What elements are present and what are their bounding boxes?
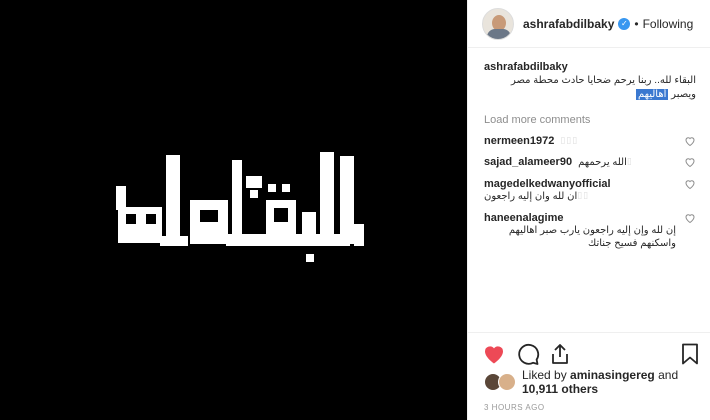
comments-section: ashrafabdilbaky البقاء لله.. ربنا يرحم ض…: [468, 48, 710, 332]
post-header: ashrafabdilbaky ✓ • Following: [468, 0, 710, 48]
likes-connector: and: [658, 368, 679, 382]
following-button[interactable]: Following: [643, 17, 694, 31]
comment-username[interactable]: nermeen1972: [484, 135, 554, 147]
heart-filled-icon[interactable]: [482, 342, 506, 366]
comment-emoji: ▯: [626, 156, 633, 166]
comment-like-icon[interactable]: [684, 135, 696, 147]
liker-avatar[interactable]: [498, 373, 516, 391]
comment-icon[interactable]: [516, 342, 540, 366]
post-image[interactable]: [0, 0, 467, 420]
author-username[interactable]: ashrafabdilbaky: [523, 17, 614, 31]
liker-username[interactable]: aminasingereg: [570, 368, 655, 382]
likes-prefix: Liked by: [522, 368, 567, 382]
comment-row: nermeen1972 ▯▯▯: [484, 135, 696, 147]
likes-summary: Liked by aminasingereg and 10,911 others: [484, 368, 678, 396]
comment-text: إن لله وإن إليه راجعون يارب صبر اهاليهم …: [508, 225, 676, 249]
comment-emoji: ▯▯: [577, 190, 590, 200]
post-caption: ashrafabdilbaky البقاء لله.. ربنا يرحم ض…: [484, 60, 696, 102]
share-icon[interactable]: [548, 342, 572, 366]
comment-username[interactable]: magedelkedwanyofficial: [484, 178, 611, 190]
bookmark-icon[interactable]: [678, 342, 702, 366]
author-avatar[interactable]: [482, 7, 514, 40]
separator-dot: •: [634, 16, 639, 31]
comment-row: magedelkedwanyofficial ان لله وان إليه ر…: [484, 178, 696, 203]
verified-badge-icon: ✓: [618, 17, 631, 30]
caption-text: البقاء لله.. ربنا يرحم ضحايا حادث محطة م…: [484, 74, 696, 102]
comment-like-icon[interactable]: [684, 156, 696, 168]
caption-text-highlight: أهاليهم: [635, 89, 669, 100]
comment-username[interactable]: haneenalagime: [484, 212, 563, 224]
caption-text-main: البقاء لله.. ربنا يرحم ضحايا حادث محطة م…: [510, 75, 696, 100]
post-sidebar: ashrafabdilbaky ✓ • Following ashrafabdi…: [467, 0, 710, 420]
calligraphy-artwork: [116, 152, 364, 262]
load-more-comments-link[interactable]: Load more comments: [484, 114, 696, 126]
likes-text: Liked by aminasingereg and 10,911 others: [522, 368, 678, 396]
post: ashrafabdilbaky ✓ • Following ashrafabdi…: [0, 0, 710, 420]
comment-text: ان لله وان إليه راجعون: [484, 191, 578, 202]
comment-row: sajad_alameer90 الله يرحمهم ▯: [484, 156, 696, 169]
comment-emoji: ▯▯▯: [560, 135, 579, 145]
comment-row: haneenalagime إن لله وإن إليه راجعون يار…: [484, 212, 696, 250]
post-timestamp[interactable]: 3 HOURS AGO: [484, 403, 545, 412]
comment-like-icon[interactable]: [684, 178, 696, 190]
comment-text: الله يرحمهم: [578, 157, 627, 168]
likes-count[interactable]: 10,911 others: [522, 382, 598, 396]
comment-username[interactable]: sajad_alameer90: [484, 156, 572, 168]
caption-username[interactable]: ashrafabdilbaky: [484, 60, 568, 74]
comment-like-icon[interactable]: [684, 212, 696, 224]
